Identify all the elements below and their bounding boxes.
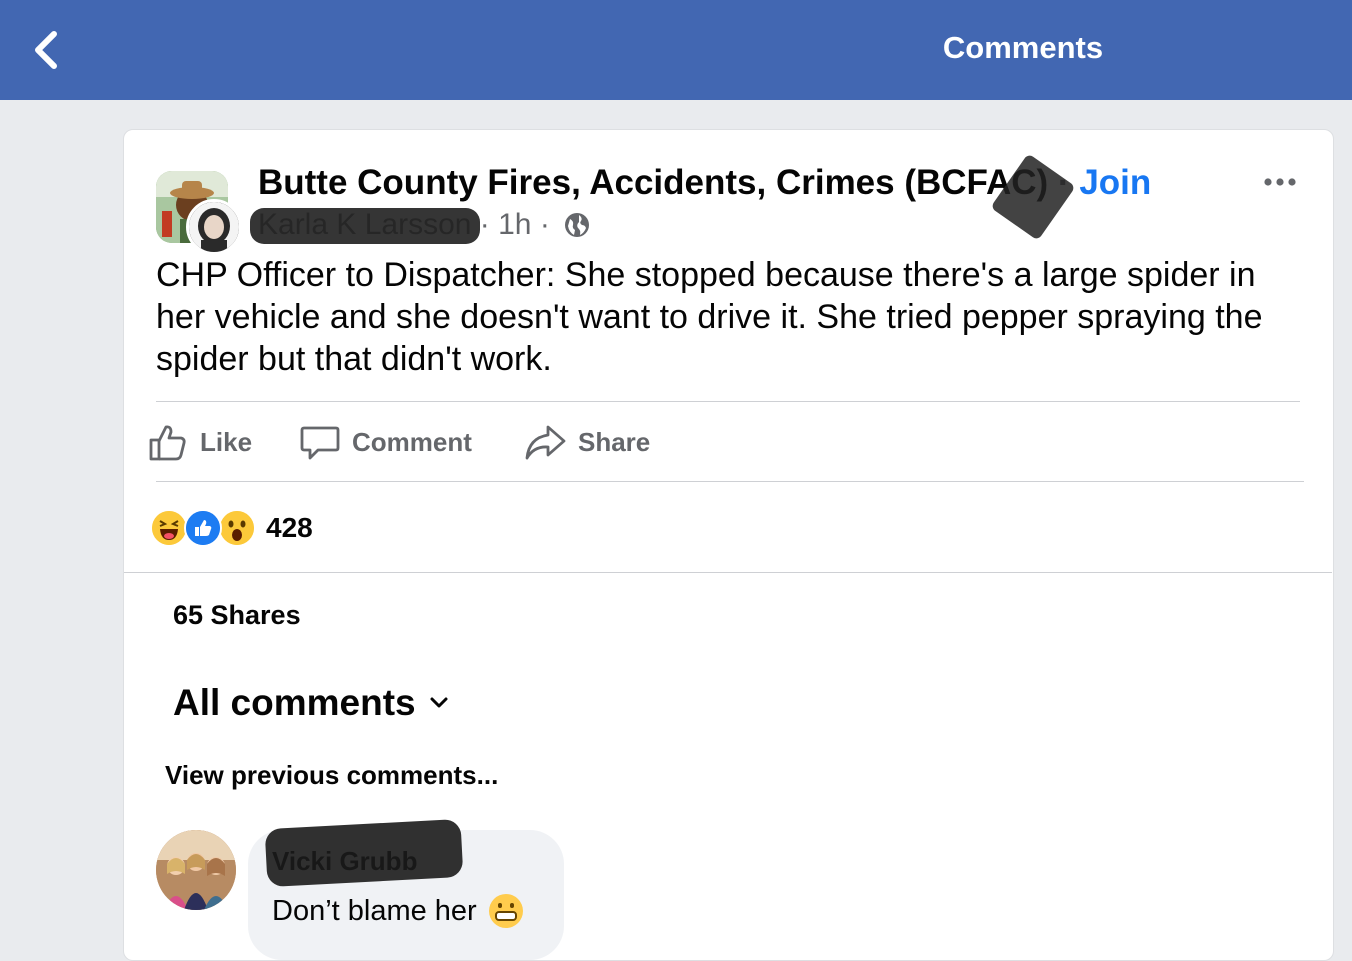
join-button[interactable]: Join — [1079, 163, 1151, 202]
page-title: Comments — [942, 30, 1104, 65]
share-button[interactable]: Share — [524, 420, 650, 464]
reactions-summary[interactable]: 428 — [150, 508, 313, 548]
post-meta: Karla K Larsson · 1h · — [249, 208, 590, 244]
chevron-down-icon — [430, 697, 448, 708]
thumbs-up-icon — [149, 425, 186, 461]
globe-icon — [564, 212, 590, 238]
view-previous-comments-link[interactable]: View previous comments... — [165, 760, 498, 791]
top-nav-bar: Comments — [0, 0, 1352, 100]
commenter-avatar[interactable] — [156, 830, 236, 910]
post-body-text: CHP Officer to Dispatcher: She stopped b… — [156, 256, 1263, 378]
wow-icon — [218, 509, 256, 547]
grimacing-face-emoji — [488, 894, 523, 928]
comment-text: Don’t blame her — [272, 894, 523, 928]
more-icon[interactable] — [1258, 168, 1302, 196]
divider — [124, 572, 1332, 573]
divider — [156, 401, 1300, 402]
speech-bubble-icon — [300, 426, 340, 460]
share-arrow-icon — [525, 425, 566, 460]
comment-body: Don’t blame her — [272, 894, 477, 927]
comment-label: Comment — [352, 426, 472, 457]
like-icon — [184, 509, 222, 547]
reaction-count: 428 — [266, 512, 313, 543]
post-time[interactable]: 1h — [498, 208, 531, 242]
comments-filter-dropdown[interactable]: All comments — [173, 682, 450, 724]
author-avatar[interactable] — [186, 199, 242, 255]
haha-icon — [150, 509, 188, 547]
separator: · — [531, 208, 559, 241]
comment-author[interactable]: Vicki Grubb — [272, 846, 417, 877]
comment-button[interactable]: Comment — [300, 420, 472, 464]
divider — [156, 481, 1304, 482]
comments-filter-label: All comments — [173, 682, 416, 723]
author-name[interactable]: Karla K Larsson — [249, 208, 481, 244]
like-label: Like — [200, 426, 253, 457]
like-button[interactable]: Like — [148, 420, 252, 464]
group-name-link[interactable]: Butte County Fires, Accidents, Crimes (B… — [258, 163, 1048, 202]
shares-count[interactable]: 65 Shares — [173, 600, 301, 631]
share-label: Share — [578, 426, 651, 457]
chevron-left-icon[interactable] — [28, 28, 68, 72]
